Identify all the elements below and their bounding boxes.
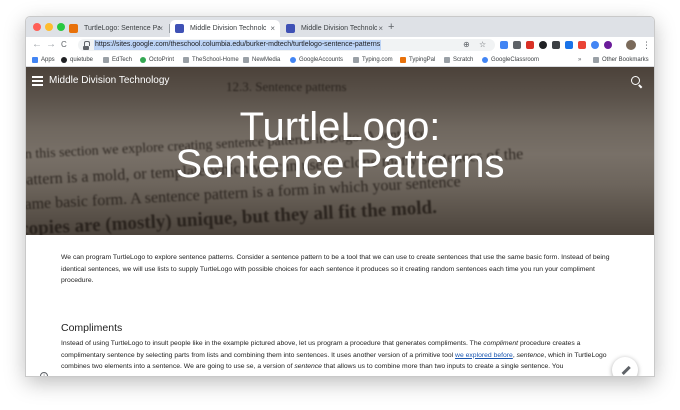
sites-favicon-icon (69, 24, 78, 33)
bookmark-googleaccounts[interactable]: GoogleAccounts (290, 53, 343, 67)
compliments-heading: Compliments (61, 322, 123, 334)
bookmarks-bar: Apps quietube EdTech OctoPrint TheSchool… (26, 53, 654, 67)
reload-button[interactable]: C (61, 37, 67, 53)
extension-icon[interactable] (565, 41, 573, 49)
bookmarks-overflow-button[interactable]: » (578, 53, 581, 67)
other-bookmarks[interactable]: Other Bookmarks (593, 53, 649, 67)
bookmark-newmedia[interactable]: NewMedia (243, 53, 280, 67)
browser-toolbar: ← → C https://sites.google.com/theschool… (26, 37, 654, 53)
bookmark-octoprint[interactable]: OctoPrint (140, 53, 174, 67)
typingpal-icon (400, 57, 406, 63)
text-run: that allows us to combine more than two … (321, 363, 564, 370)
extension-icon[interactable] (526, 41, 534, 49)
extension-icon[interactable] (591, 41, 599, 49)
page-title: TurtleLogo: Sentence Patterns (26, 105, 654, 186)
folder-icon (243, 57, 249, 63)
compliments-paragraph: Instead of using TurtleLogo to insult pe… (61, 338, 621, 373)
profile-avatar[interactable] (626, 40, 636, 50)
sites-favicon-icon (286, 24, 295, 33)
bookmark-theschool-home[interactable]: TheSchool-Home (183, 53, 239, 67)
folder-icon (593, 57, 599, 63)
bookmark-label: OctoPrint (149, 57, 175, 63)
tab-close-icon[interactable]: × (378, 20, 383, 37)
hero-banner: 12.3. Sentence patterns In this section … (26, 67, 654, 235)
explored-before-link[interactable]: we explored before (455, 352, 513, 359)
quietube-icon (61, 57, 67, 63)
tab-title: Middle Division Technology - T (190, 25, 266, 32)
extension-icon[interactable] (500, 41, 508, 49)
bookmark-label: GoogleAccounts (299, 57, 344, 63)
url-text[interactable]: https://sites.google.com/theschool.colum… (94, 40, 382, 50)
pencil-icon (621, 365, 631, 375)
bookmark-label: GoogleClassroom (491, 57, 540, 63)
extension-icon[interactable] (578, 41, 586, 49)
text-run-italic: compliment (483, 340, 519, 347)
bookmark-typingpal[interactable]: TypingPal (400, 53, 435, 67)
site-title[interactable]: Middle Division Technology (49, 74, 169, 88)
folder-icon (103, 57, 109, 63)
text-run-italic: sentence (516, 351, 545, 359)
page-viewport: 12.3. Sentence patterns In this section … (26, 67, 654, 376)
folder-icon (353, 57, 359, 63)
lock-icon (83, 41, 90, 50)
zoom-icon[interactable]: ⊕ (463, 39, 470, 51)
tab-close-icon[interactable]: × (158, 20, 163, 37)
folder-icon (444, 57, 450, 63)
close-window-button[interactable] (33, 23, 41, 31)
bookmark-googleclassroom[interactable]: GoogleClassroom (482, 53, 539, 67)
bookmark-label: Other Bookmarks (602, 57, 649, 63)
bookmark-label: quietube (70, 57, 94, 63)
page-title-line: Sentence Patterns (175, 142, 505, 186)
bookmark-label: Scratch (453, 57, 474, 63)
info-icon[interactable]: i (40, 372, 48, 376)
extension-icon[interactable] (513, 41, 521, 49)
extension-icon[interactable] (552, 41, 560, 49)
extension-icon[interactable] (604, 41, 612, 49)
bookmark-label: TheSchool-Home (192, 57, 239, 63)
bookmark-scratch[interactable]: Scratch (444, 53, 473, 67)
bookmark-apps[interactable]: Apps (32, 53, 55, 67)
tab-strip: TurtleLogo: Sentence Patterns × Middle D… (26, 17, 654, 37)
tab-title: TurtleLogo: Sentence Patterns (84, 25, 160, 32)
octoprint-icon (140, 57, 146, 63)
apps-icon (32, 57, 38, 63)
hamburger-menu-icon[interactable] (32, 76, 43, 86)
google-icon (290, 57, 296, 63)
tab-close-icon[interactable]: × (270, 20, 275, 37)
tab-middle-division-active[interactable]: Middle Division Technology - T × (170, 20, 280, 37)
tab-middle-division[interactable]: Middle Division Technology - T × (281, 20, 388, 37)
site-header: Middle Division Technology (26, 67, 654, 97)
bookmark-typing-com[interactable]: Typing.com (353, 53, 393, 67)
bookmark-label: Apps (41, 57, 55, 63)
bookmark-quietube[interactable]: quietube (61, 53, 93, 67)
forward-button[interactable]: → (46, 37, 56, 53)
tab-turtlelogo[interactable]: TurtleLogo: Sentence Patterns × (64, 20, 168, 37)
address-bar[interactable]: https://sites.google.com/theschool.colum… (78, 39, 495, 51)
browser-window: TurtleLogo: Sentence Patterns × Middle D… (26, 17, 654, 376)
main-content: We can program TurtleLogo to explore sen… (61, 252, 621, 370)
bookmark-label: NewMedia (252, 57, 281, 63)
edit-fab-button[interactable] (612, 357, 638, 376)
bookmark-label: TypingPal (409, 57, 436, 63)
folder-icon (183, 57, 189, 63)
minimize-window-button[interactable] (45, 23, 53, 31)
back-button[interactable]: ← (32, 37, 42, 53)
bookmark-edtech[interactable]: EdTech (103, 53, 132, 67)
tab-title: Middle Division Technology - T (301, 25, 377, 32)
bookmark-label: EdTech (112, 57, 133, 63)
extension-icon[interactable] (539, 41, 547, 49)
intro-paragraph: We can program TurtleLogo to explore sen… (61, 254, 610, 284)
new-tab-button[interactable]: + (388, 20, 394, 35)
bookmark-label: Typing.com (362, 57, 393, 63)
text-run-italic: sentence (294, 363, 322, 370)
browser-menu-icon[interactable]: ⋮ (642, 37, 651, 53)
google-icon (482, 57, 488, 63)
bookmark-star-icon[interactable]: ☆ (479, 39, 486, 51)
page-title-line: TurtleLogo: (239, 105, 441, 149)
sites-favicon-icon (175, 24, 184, 33)
search-icon-handle (638, 84, 643, 89)
text-run: Instead of using TurtleLogo to insult pe… (61, 340, 484, 347)
